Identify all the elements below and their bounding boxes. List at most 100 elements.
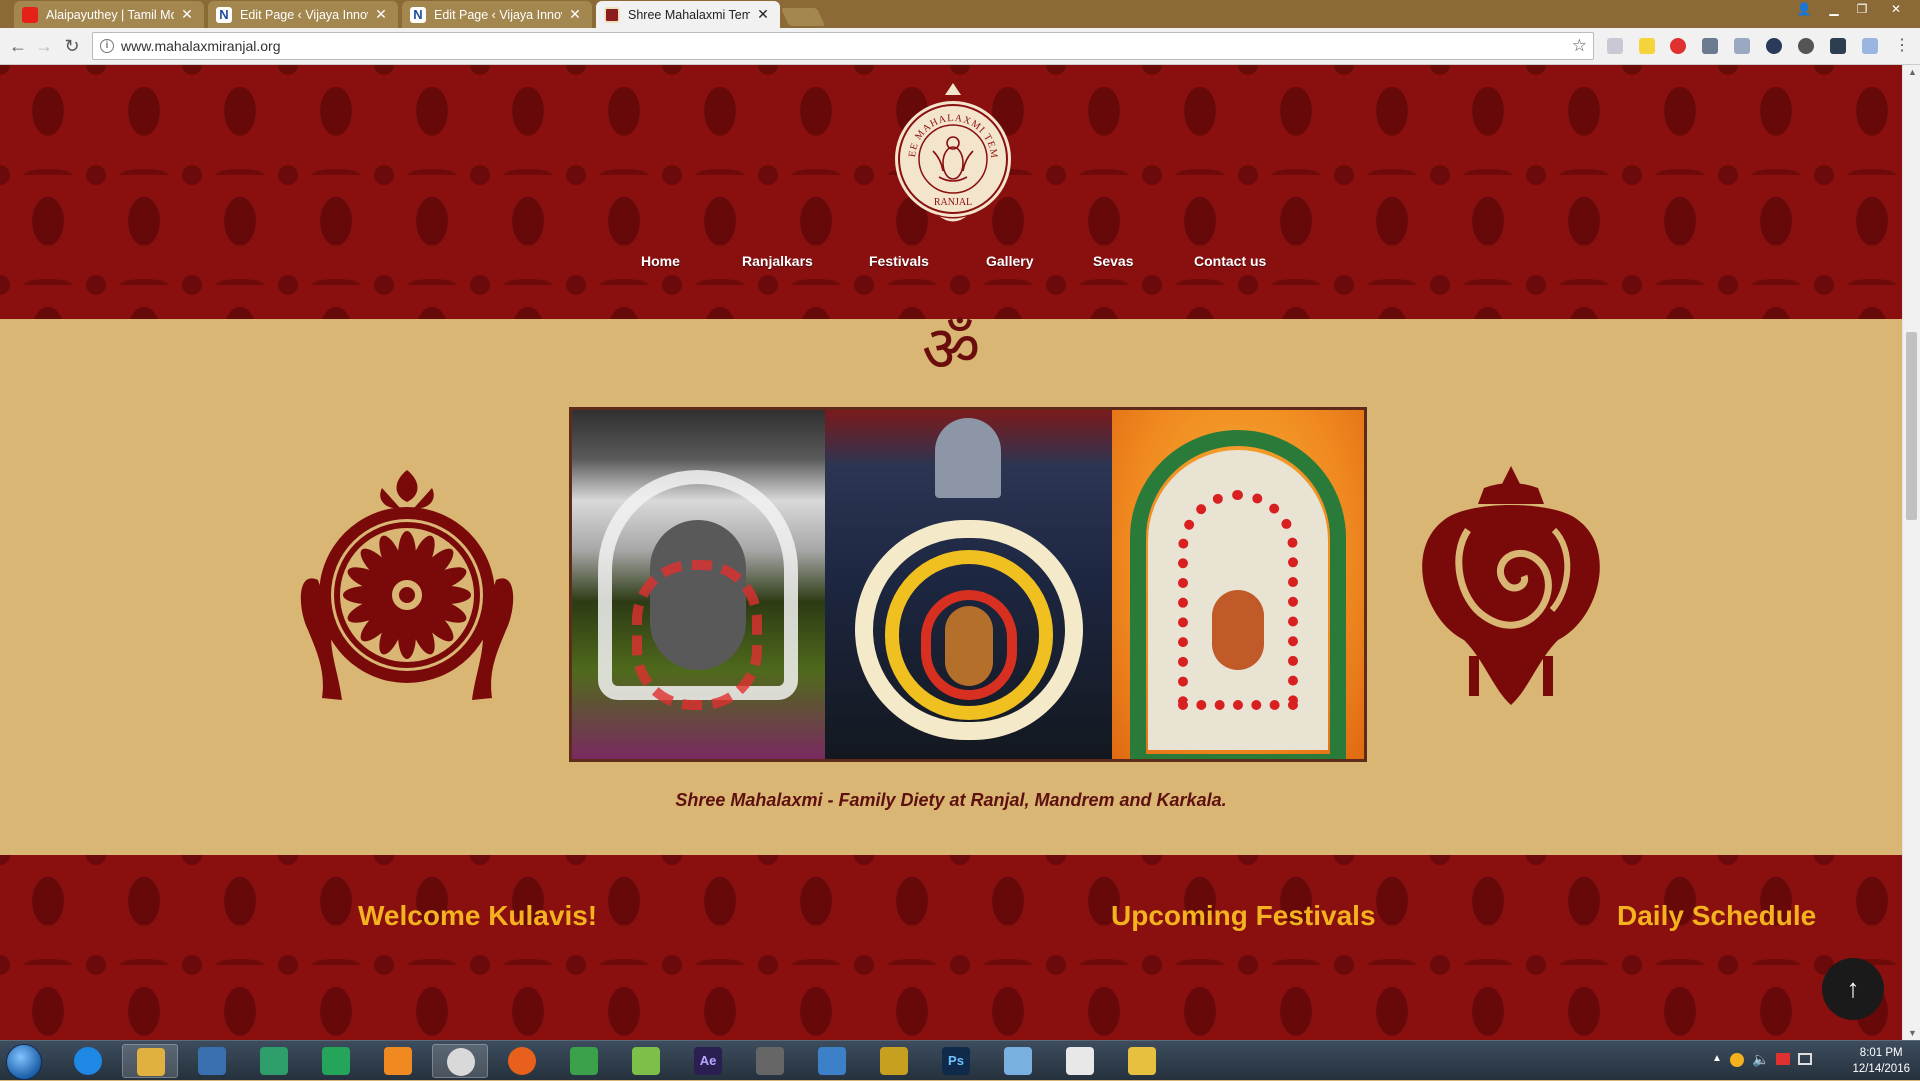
wordpress-extension-icon[interactable] bbox=[1798, 38, 1814, 54]
nav-home[interactable]: Home bbox=[641, 253, 680, 269]
scroll-down-arrow-icon[interactable]: ▼ bbox=[1908, 1028, 1917, 1038]
tray-app-icon[interactable] bbox=[1730, 1053, 1744, 1067]
folder-icon bbox=[1128, 1047, 1156, 1075]
tab-strip: Alaipayuthey | Tamil Mo ✕ N Edit Page ‹ … bbox=[0, 0, 1920, 28]
forward-icon[interactable]: → bbox=[32, 34, 56, 58]
taskbar-app-folder[interactable] bbox=[1114, 1044, 1170, 1078]
taskbar-app-media[interactable] bbox=[184, 1044, 240, 1078]
taskbar-app-firefox[interactable] bbox=[494, 1044, 550, 1078]
taskbar-app-vlc[interactable] bbox=[370, 1044, 426, 1078]
taskbar-app-notepad-green[interactable] bbox=[556, 1044, 612, 1078]
eyedropper-extension-icon[interactable] bbox=[1639, 38, 1655, 54]
close-icon[interactable]: ✕ bbox=[568, 6, 582, 23]
taskbar-app-ae[interactable]: Ae bbox=[680, 1044, 736, 1078]
k-extension-icon[interactable] bbox=[1766, 38, 1782, 54]
tab-alaipayuthey[interactable]: Alaipayuthey | Tamil Mo ✕ bbox=[14, 1, 204, 28]
start-button[interactable] bbox=[6, 1044, 42, 1080]
taskbar-app-explorer[interactable] bbox=[122, 1044, 178, 1078]
camera-extension-icon[interactable] bbox=[1702, 38, 1718, 54]
system-tray: ▲ 🔈 8:01 PM 12/14/2016 bbox=[1700, 1041, 1920, 1081]
taskbar-app-ps[interactable]: Ps bbox=[928, 1044, 984, 1078]
close-icon[interactable]: ✕ bbox=[756, 6, 770, 23]
taskbar-app-ie[interactable] bbox=[60, 1044, 116, 1078]
nav-festivals[interactable]: Festivals bbox=[869, 253, 929, 269]
clock-date: 12/14/2016 bbox=[1852, 1063, 1910, 1075]
network-icon[interactable] bbox=[1798, 1053, 1812, 1065]
section-title-daily-schedule: Daily Schedule bbox=[1617, 900, 1817, 931]
notepad-green-icon bbox=[570, 1047, 598, 1075]
ae-icon: Ae bbox=[694, 1047, 722, 1075]
restore-icon[interactable]: ❐ bbox=[1850, 0, 1874, 18]
vpn-icon bbox=[880, 1047, 908, 1075]
profile-icon[interactable]: 👤 bbox=[1792, 0, 1816, 18]
nav-ranjalkars[interactable]: Ranjalkars bbox=[742, 253, 813, 269]
extension-icon[interactable] bbox=[1607, 38, 1623, 54]
vlc-icon bbox=[384, 1047, 412, 1075]
nav-contact-us[interactable]: Contact us bbox=[1194, 253, 1266, 269]
logo-bottom-text: RANJAL bbox=[934, 197, 972, 208]
tab-title: Alaipayuthey | Tamil Mo bbox=[46, 7, 174, 22]
close-icon[interactable]: ✕ bbox=[180, 6, 194, 23]
address-bar[interactable]: i www.mahalaxmiranjal.org ☆ bbox=[92, 32, 1594, 60]
system-clock[interactable]: 8:01 PM 12/14/2016 bbox=[1852, 1045, 1910, 1077]
om-symbol-icon: ॐ bbox=[922, 315, 980, 381]
extension-icon[interactable] bbox=[1862, 38, 1878, 54]
bookmark-star-icon[interactable]: ☆ bbox=[1572, 33, 1587, 59]
tab-shree-mahalaxmi[interactable]: Shree Mahalaxmi Templ ✕ bbox=[596, 1, 780, 28]
media-icon bbox=[198, 1047, 226, 1075]
section-title-upcoming-festivals: Upcoming Festivals bbox=[1111, 900, 1376, 931]
back-to-top-button[interactable]: ↑ bbox=[1822, 958, 1884, 1020]
temple-icon bbox=[604, 6, 620, 23]
taskbar-app-network[interactable] bbox=[308, 1044, 364, 1078]
main-nav: Home Ranjalkars Festivals Gallery Sevas … bbox=[0, 253, 1902, 277]
menu-icon[interactable]: ⋮ bbox=[1890, 34, 1914, 58]
page-scrollbar[interactable]: ▲ ▼ bbox=[1902, 65, 1920, 1040]
url-text: www.mahalaxmiranjal.org bbox=[121, 38, 281, 54]
m-extension-icon[interactable] bbox=[1830, 38, 1846, 54]
taskbar-app-mail[interactable] bbox=[804, 1044, 860, 1078]
new-tab-button[interactable] bbox=[780, 8, 826, 26]
extension-icon[interactable] bbox=[1734, 38, 1750, 54]
opera-extension-icon[interactable] bbox=[1670, 38, 1686, 54]
section-title-welcome: Welcome Kulavis! bbox=[358, 900, 598, 931]
word-icon bbox=[1066, 1047, 1094, 1075]
taskbar-app-charts[interactable] bbox=[618, 1044, 674, 1078]
tab-edit-page-1[interactable]: N Edit Page ‹ Vijaya Innova ✕ bbox=[208, 1, 398, 28]
tab-title: Edit Page ‹ Vijaya Innova bbox=[434, 7, 562, 22]
site-header: SHREE MAHALAXMI TEMPLE RANJAL Home Ranja… bbox=[0, 65, 1902, 319]
eraser-icon bbox=[1004, 1047, 1032, 1075]
svg-text:ॐ: ॐ bbox=[922, 315, 980, 381]
flag-icon[interactable] bbox=[1776, 1053, 1790, 1065]
scroll-thumb[interactable] bbox=[1906, 332, 1917, 520]
explorer-icon bbox=[137, 1048, 165, 1076]
ps-icon: Ps bbox=[942, 1047, 970, 1075]
deity-photo-collage[interactable] bbox=[569, 407, 1367, 762]
tab-edit-page-2[interactable]: N Edit Page ‹ Vijaya Innova ✕ bbox=[402, 1, 592, 28]
reload-icon[interactable]: ↻ bbox=[60, 34, 84, 58]
temple-logo[interactable]: SHREE MAHALAXMI TEMPLE RANJAL bbox=[893, 81, 1013, 231]
nav-gallery[interactable]: Gallery bbox=[986, 253, 1033, 269]
taskbar-app-tower[interactable] bbox=[742, 1044, 798, 1078]
network-icon bbox=[322, 1047, 350, 1075]
conch-icon bbox=[1422, 466, 1600, 705]
taskbar-app-vpn[interactable] bbox=[866, 1044, 922, 1078]
tray-expand-icon[interactable]: ▲ bbox=[1712, 1053, 1722, 1064]
window-close-icon[interactable]: ✕ bbox=[1884, 0, 1908, 18]
back-icon[interactable]: ← bbox=[6, 34, 30, 58]
tab-title: Edit Page ‹ Vijaya Innova bbox=[240, 7, 368, 22]
taskbar-app-eraser[interactable] bbox=[990, 1044, 1046, 1078]
taskbar-app-sheets[interactable] bbox=[246, 1044, 302, 1078]
charts-icon bbox=[632, 1047, 660, 1075]
scroll-up-arrow-icon[interactable]: ▲ bbox=[1908, 67, 1917, 77]
taskbar-app-word[interactable] bbox=[1052, 1044, 1108, 1078]
nav-sevas[interactable]: Sevas bbox=[1093, 253, 1133, 269]
sheets-icon bbox=[260, 1047, 288, 1075]
deity-photo-mandrem bbox=[825, 410, 1112, 759]
info-icon[interactable]: i bbox=[100, 39, 114, 53]
volume-icon[interactable]: 🔈 bbox=[1752, 1051, 1769, 1068]
youtube-icon bbox=[22, 6, 38, 23]
windows-taskbar: Ae Ps ▲ 🔈 8:01 PM 12/14/2016 bbox=[0, 1040, 1920, 1080]
minimize-icon[interactable]: ▁ bbox=[1822, 0, 1846, 18]
taskbar-app-chrome[interactable] bbox=[432, 1044, 488, 1078]
close-icon[interactable]: ✕ bbox=[374, 6, 388, 23]
